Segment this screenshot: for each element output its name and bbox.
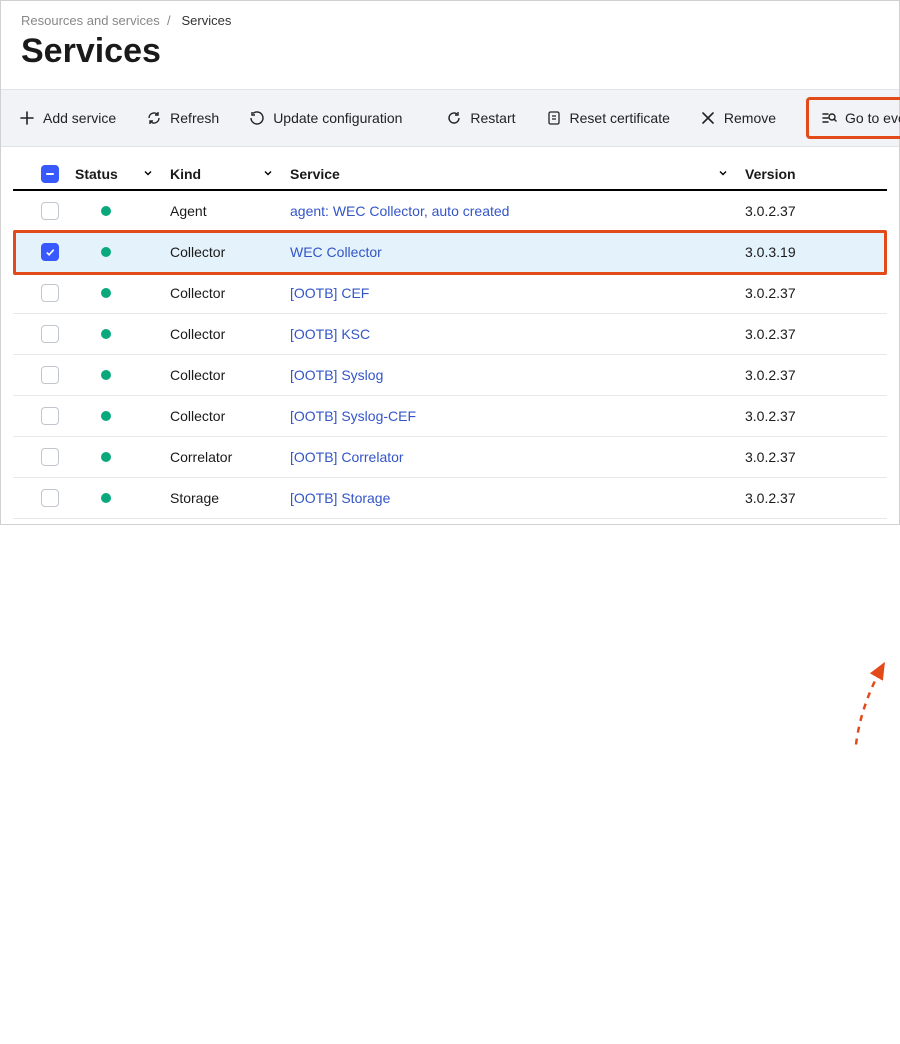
update-config-label: Update configuration: [273, 110, 402, 126]
table-row[interactable]: Storage [OOTB] Storage 3.0.2.37: [13, 478, 887, 519]
cell-version: 3.0.2.37: [737, 190, 887, 232]
table-row[interactable]: Collector [OOTB] Syslog 3.0.2.37: [13, 355, 887, 396]
services-table-wrap: Status Kind Service Version Agent agent: …: [1, 147, 899, 519]
service-link[interactable]: [OOTB] CEF: [290, 285, 369, 301]
row-checkbox[interactable]: [41, 202, 59, 220]
add-service-label: Add service: [43, 110, 116, 126]
cell-kind: Collector: [162, 273, 282, 314]
cell-version: 3.0.2.37: [737, 437, 887, 478]
cell-kind: Collector: [162, 355, 282, 396]
row-checkbox[interactable]: [41, 448, 59, 466]
table-row[interactable]: Collector [OOTB] CEF 3.0.2.37: [13, 273, 887, 314]
cell-kind: Collector: [162, 232, 282, 273]
reset-cert-button[interactable]: Reset certificate: [536, 102, 680, 134]
cell-version: 3.0.3.19: [737, 232, 887, 273]
table-row[interactable]: Correlator [OOTB] Correlator 3.0.2.37: [13, 437, 887, 478]
add-service-button[interactable]: Add service: [9, 102, 126, 134]
cell-version: 3.0.2.37: [737, 314, 887, 355]
update-icon: [249, 110, 265, 126]
service-link[interactable]: agent: WEC Collector, auto created: [290, 203, 509, 219]
table-row[interactable]: Collector [OOTB] KSC 3.0.2.37: [13, 314, 887, 355]
cell-kind: Agent: [162, 190, 282, 232]
table-row[interactable]: Agent agent: WEC Collector, auto created 3…: [13, 190, 887, 232]
refresh-button[interactable]: Refresh: [136, 102, 229, 134]
refresh-icon: [146, 110, 162, 126]
chevron-down-icon[interactable]: [717, 166, 729, 182]
refresh-label: Refresh: [170, 110, 219, 126]
cell-kind: Correlator: [162, 437, 282, 478]
go-to-events-highlight: Go to events: [806, 97, 900, 139]
cell-version: 3.0.2.37: [737, 355, 887, 396]
cell-version: 3.0.2.37: [737, 478, 887, 519]
status-indicator: [101, 288, 111, 298]
cell-kind: Storage: [162, 478, 282, 519]
status-indicator: [101, 370, 111, 380]
chevron-down-icon[interactable]: [142, 166, 154, 182]
events-icon: [821, 110, 837, 126]
chevron-down-icon[interactable]: [262, 166, 274, 182]
row-checkbox[interactable]: [41, 243, 59, 261]
restart-label: Restart: [470, 110, 515, 126]
col-service[interactable]: Service: [290, 166, 340, 182]
go-to-events-label: Go to events: [845, 110, 900, 126]
close-icon: [700, 110, 716, 126]
service-link[interactable]: [OOTB] Syslog: [290, 367, 383, 383]
row-checkbox[interactable]: [41, 325, 59, 343]
status-indicator: [101, 206, 111, 216]
plus-icon: [19, 110, 35, 126]
service-link[interactable]: [OOTB] Storage: [290, 490, 390, 506]
services-table: Status Kind Service Version Agent agent: …: [13, 157, 887, 519]
certificate-icon: [546, 110, 562, 126]
update-config-button[interactable]: Update configuration: [239, 102, 412, 134]
status-indicator: [101, 493, 111, 503]
col-status[interactable]: Status: [75, 166, 118, 182]
cell-version: 3.0.2.37: [737, 273, 887, 314]
go-to-events-button[interactable]: Go to events: [815, 104, 900, 132]
service-link[interactable]: [OOTB] Correlator: [290, 449, 404, 465]
breadcrumb: Resources and services / Services: [1, 1, 899, 28]
status-indicator: [101, 329, 111, 339]
table-row[interactable]: Collector WEC Collector 3.0.3.19: [13, 232, 887, 273]
status-indicator: [101, 247, 111, 257]
table-row[interactable]: Collector [OOTB] Syslog-CEF 3.0.2.37: [13, 396, 887, 437]
restart-button[interactable]: Restart: [436, 102, 525, 134]
service-link[interactable]: [OOTB] KSC: [290, 326, 370, 342]
select-all-checkbox[interactable]: [41, 165, 59, 183]
remove-label: Remove: [724, 110, 776, 126]
toolbar: Add service Refresh Update configuration…: [1, 89, 899, 147]
status-indicator: [101, 411, 111, 421]
cell-kind: Collector: [162, 314, 282, 355]
service-link[interactable]: [OOTB] Syslog-CEF: [290, 408, 416, 424]
restart-icon: [446, 110, 462, 126]
col-version[interactable]: Version: [745, 166, 796, 182]
row-checkbox[interactable]: [41, 489, 59, 507]
row-checkbox[interactable]: [41, 284, 59, 302]
cell-version: 3.0.2.37: [737, 396, 887, 437]
remove-button[interactable]: Remove: [690, 102, 786, 134]
service-link[interactable]: WEC Collector: [290, 244, 382, 260]
page-title: Services: [1, 28, 899, 89]
row-checkbox[interactable]: [41, 407, 59, 425]
reset-cert-label: Reset certificate: [570, 110, 670, 126]
breadcrumb-root[interactable]: Resources and services: [21, 13, 160, 28]
cell-kind: Collector: [162, 396, 282, 437]
breadcrumb-current: Services: [181, 13, 231, 28]
status-indicator: [101, 452, 111, 462]
callout-arrow: [1, 519, 900, 1044]
col-kind[interactable]: Kind: [170, 166, 201, 182]
row-checkbox[interactable]: [41, 366, 59, 384]
